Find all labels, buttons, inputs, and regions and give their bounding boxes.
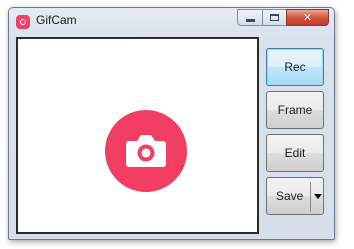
title-bar[interactable]: GifCam ✕ xyxy=(9,8,334,35)
app-camera-icon xyxy=(16,15,30,29)
save-divider xyxy=(310,182,311,212)
close-button[interactable]: ✕ xyxy=(286,9,329,26)
rec-button[interactable]: Rec xyxy=(266,48,324,86)
frame-button[interactable]: Frame xyxy=(266,91,324,129)
save-dropdown-toggle[interactable] xyxy=(312,189,324,203)
chevron-down-icon xyxy=(314,193,322,199)
capture-area[interactable] xyxy=(16,37,259,234)
minimize-icon xyxy=(245,19,255,22)
close-icon: ✕ xyxy=(302,11,313,24)
edit-button[interactable]: Edit xyxy=(266,134,324,172)
window-title: GifCam xyxy=(36,13,77,27)
maximize-button[interactable] xyxy=(262,9,287,26)
save-button-label: Save xyxy=(276,189,304,203)
caption-buttons: ✕ xyxy=(237,9,329,26)
save-button[interactable]: Save xyxy=(266,177,324,215)
minimize-button[interactable] xyxy=(237,9,263,26)
button-column: Rec Frame Edit Save xyxy=(266,48,324,238)
maximize-icon xyxy=(270,14,279,21)
camera-logo xyxy=(105,110,187,192)
camera-icon xyxy=(126,135,166,167)
